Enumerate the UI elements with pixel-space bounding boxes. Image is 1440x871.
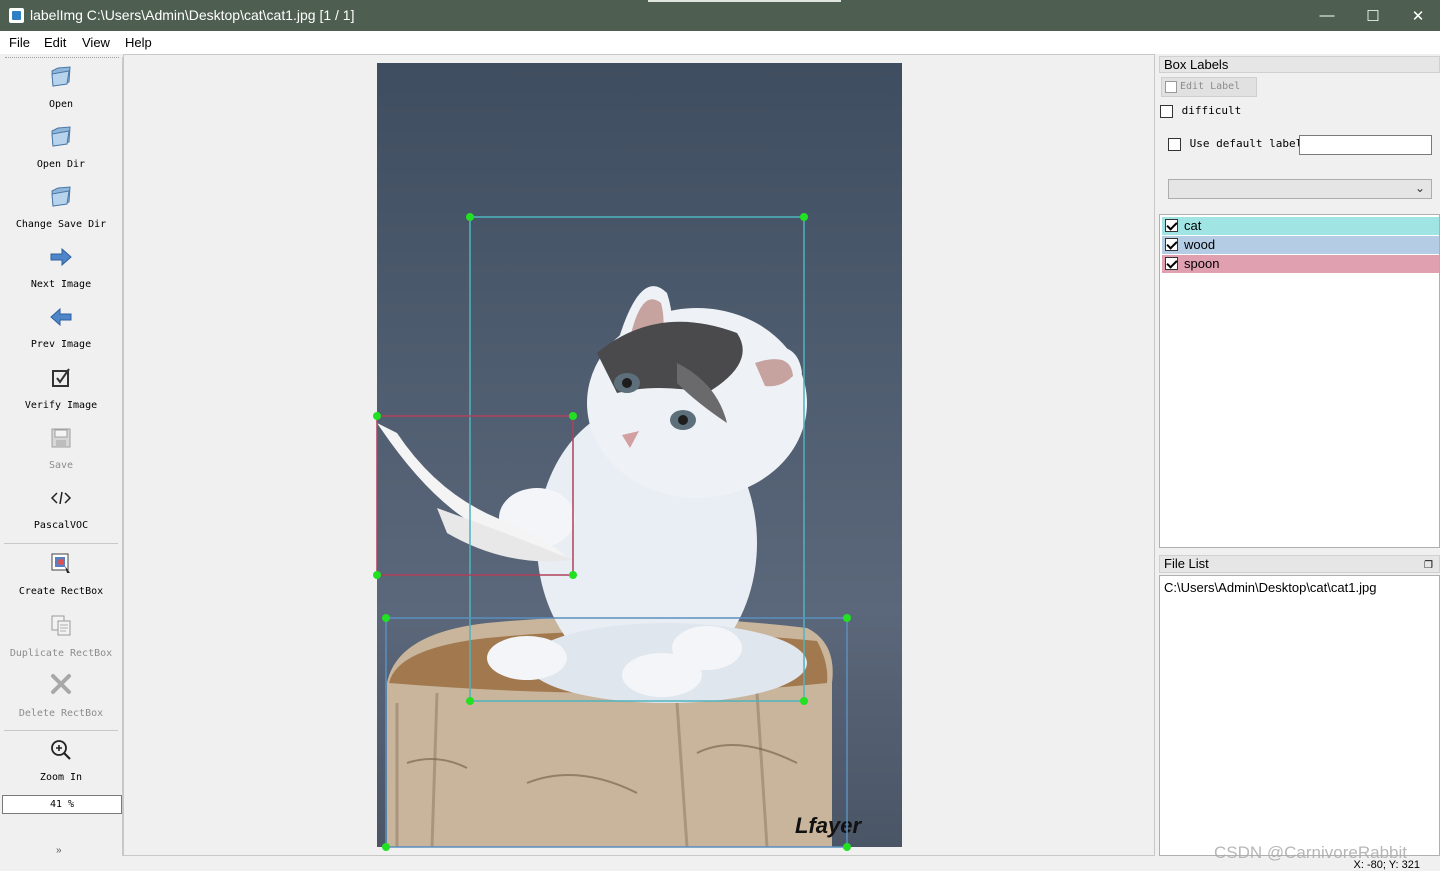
bbox-handle[interactable] xyxy=(466,697,474,705)
bbox-handle[interactable] xyxy=(466,213,474,221)
label-name: spoon xyxy=(1184,256,1220,271)
pencil-icon xyxy=(1165,81,1177,93)
label-combo-box[interactable]: ⌄ xyxy=(1168,179,1432,199)
box-labels-title: Box Labels xyxy=(1159,56,1440,73)
duplicate-icon xyxy=(51,615,71,636)
bbox-handle[interactable] xyxy=(800,697,808,705)
annotation-overlay[interactable] xyxy=(124,55,1154,855)
use-default-label-checkbox[interactable] xyxy=(1168,137,1181,151)
menu-file[interactable]: File xyxy=(9,35,30,50)
pascalvoc-button[interactable]: PascalVOC xyxy=(2,484,120,538)
window-title: labelImg C:\Users\Admin\Desktop\cat\cat1… xyxy=(30,7,355,23)
file-list-title-text: File List xyxy=(1164,556,1209,571)
arrow-right-icon xyxy=(50,247,72,267)
toolbar-separator xyxy=(4,543,118,544)
label-checkbox[interactable] xyxy=(1165,238,1178,251)
open-button[interactable]: Open xyxy=(2,63,120,117)
difficult-checkbox-row[interactable]: difficult xyxy=(1160,104,1241,118)
save-icon xyxy=(51,428,71,448)
label-item-wood[interactable]: wood xyxy=(1162,236,1439,254)
next-image-button[interactable]: Next Image xyxy=(2,243,120,297)
menu-view[interactable]: View xyxy=(82,35,110,50)
toolbar-grip[interactable] xyxy=(5,57,119,59)
app-icon xyxy=(9,8,24,23)
toolbar-extension-icon[interactable]: » xyxy=(56,845,62,856)
label-checkbox[interactable] xyxy=(1165,257,1178,270)
duplicate-rectbox-button[interactable]: Duplicate RectBox xyxy=(2,610,120,666)
create-rectbox-button[interactable]: Create RectBox xyxy=(2,549,120,605)
zoom-value-field[interactable]: 41 % xyxy=(2,795,122,814)
edit-label-button[interactable]: Edit Label xyxy=(1161,77,1257,97)
edit-label-text: Edit Label xyxy=(1180,81,1241,92)
cat-bbox[interactable] xyxy=(466,213,808,705)
use-default-label-row[interactable]: Use default label xyxy=(1168,137,1302,151)
float-dock-icon[interactable]: ❐ xyxy=(1424,558,1433,573)
watermark: CSDN @CarnivoreRabbit xyxy=(1214,843,1407,862)
save-button[interactable]: Save xyxy=(2,424,120,478)
canvas-area[interactable]: Lfayer xyxy=(123,54,1155,856)
zoom-in-icon xyxy=(51,740,71,760)
verify-image-button[interactable]: Verify Image xyxy=(2,363,120,419)
bbox-handle[interactable] xyxy=(569,571,577,579)
maximize-button[interactable]: ☐ xyxy=(1350,0,1396,31)
arrow-left-icon xyxy=(50,307,72,327)
folder-icon xyxy=(51,126,71,147)
chevron-down-icon: ⌄ xyxy=(1414,181,1425,195)
file-list[interactable]: C:\Users\Admin\Desktop\cat\cat1.jpg xyxy=(1159,575,1440,856)
code-icon xyxy=(50,491,72,505)
bbox-handle[interactable] xyxy=(800,213,808,221)
menu-help[interactable]: Help xyxy=(125,35,152,50)
zoom-in-button[interactable]: Zoom In xyxy=(2,736,120,792)
minimize-button[interactable]: — xyxy=(1304,0,1350,31)
label-name: wood xyxy=(1184,237,1216,252)
delete-rectbox-button[interactable]: Delete RectBox xyxy=(2,670,120,726)
folder-icon xyxy=(51,186,71,207)
default-label-input[interactable] xyxy=(1299,135,1432,155)
toolbar-separator xyxy=(4,730,118,731)
file-list-item[interactable]: C:\Users\Admin\Desktop\cat\cat1.jpg xyxy=(1164,580,1376,595)
label-list[interactable]: cat wood spoon xyxy=(1159,214,1440,548)
close-button[interactable]: ✕ xyxy=(1395,0,1440,31)
label-checkbox[interactable] xyxy=(1165,219,1178,232)
difficult-label: difficult xyxy=(1181,104,1242,117)
create-rect-icon xyxy=(51,553,70,573)
wood-bbox[interactable] xyxy=(382,614,851,851)
bbox-handle[interactable] xyxy=(843,614,851,622)
menu-edit[interactable]: Edit xyxy=(44,35,66,50)
label-name: cat xyxy=(1184,218,1202,233)
spoon-bbox[interactable] xyxy=(373,412,577,579)
folder-icon xyxy=(51,66,71,87)
label-item-spoon[interactable]: spoon xyxy=(1162,255,1439,273)
bbox-handle[interactable] xyxy=(373,571,381,579)
use-default-label-text: Use default label xyxy=(1189,137,1303,150)
bbox-handle[interactable] xyxy=(569,412,577,420)
title-accent xyxy=(648,0,841,2)
menu-bar: File Edit View Help xyxy=(0,31,1440,54)
difficult-checkbox[interactable] xyxy=(1160,104,1173,118)
prev-image-button[interactable]: Prev Image xyxy=(2,303,120,357)
bbox-handle[interactable] xyxy=(843,843,851,851)
bbox-handle[interactable] xyxy=(382,843,390,851)
toolbar: Open Open Dir Change Save Dir Next Image… xyxy=(2,57,123,857)
change-save-dir-button[interactable]: Change Save Dir xyxy=(2,183,120,237)
open-dir-button[interactable]: Open Dir xyxy=(2,123,120,177)
title-bar: labelImg C:\Users\Admin\Desktop\cat\cat1… xyxy=(0,0,1440,31)
checkbox-icon xyxy=(52,368,70,387)
label-item-cat[interactable]: cat xyxy=(1162,217,1439,235)
bbox-handle[interactable] xyxy=(373,412,381,420)
bbox-handle[interactable] xyxy=(382,614,390,622)
file-list-title: File List ❐ xyxy=(1159,555,1440,573)
delete-icon xyxy=(51,674,71,694)
